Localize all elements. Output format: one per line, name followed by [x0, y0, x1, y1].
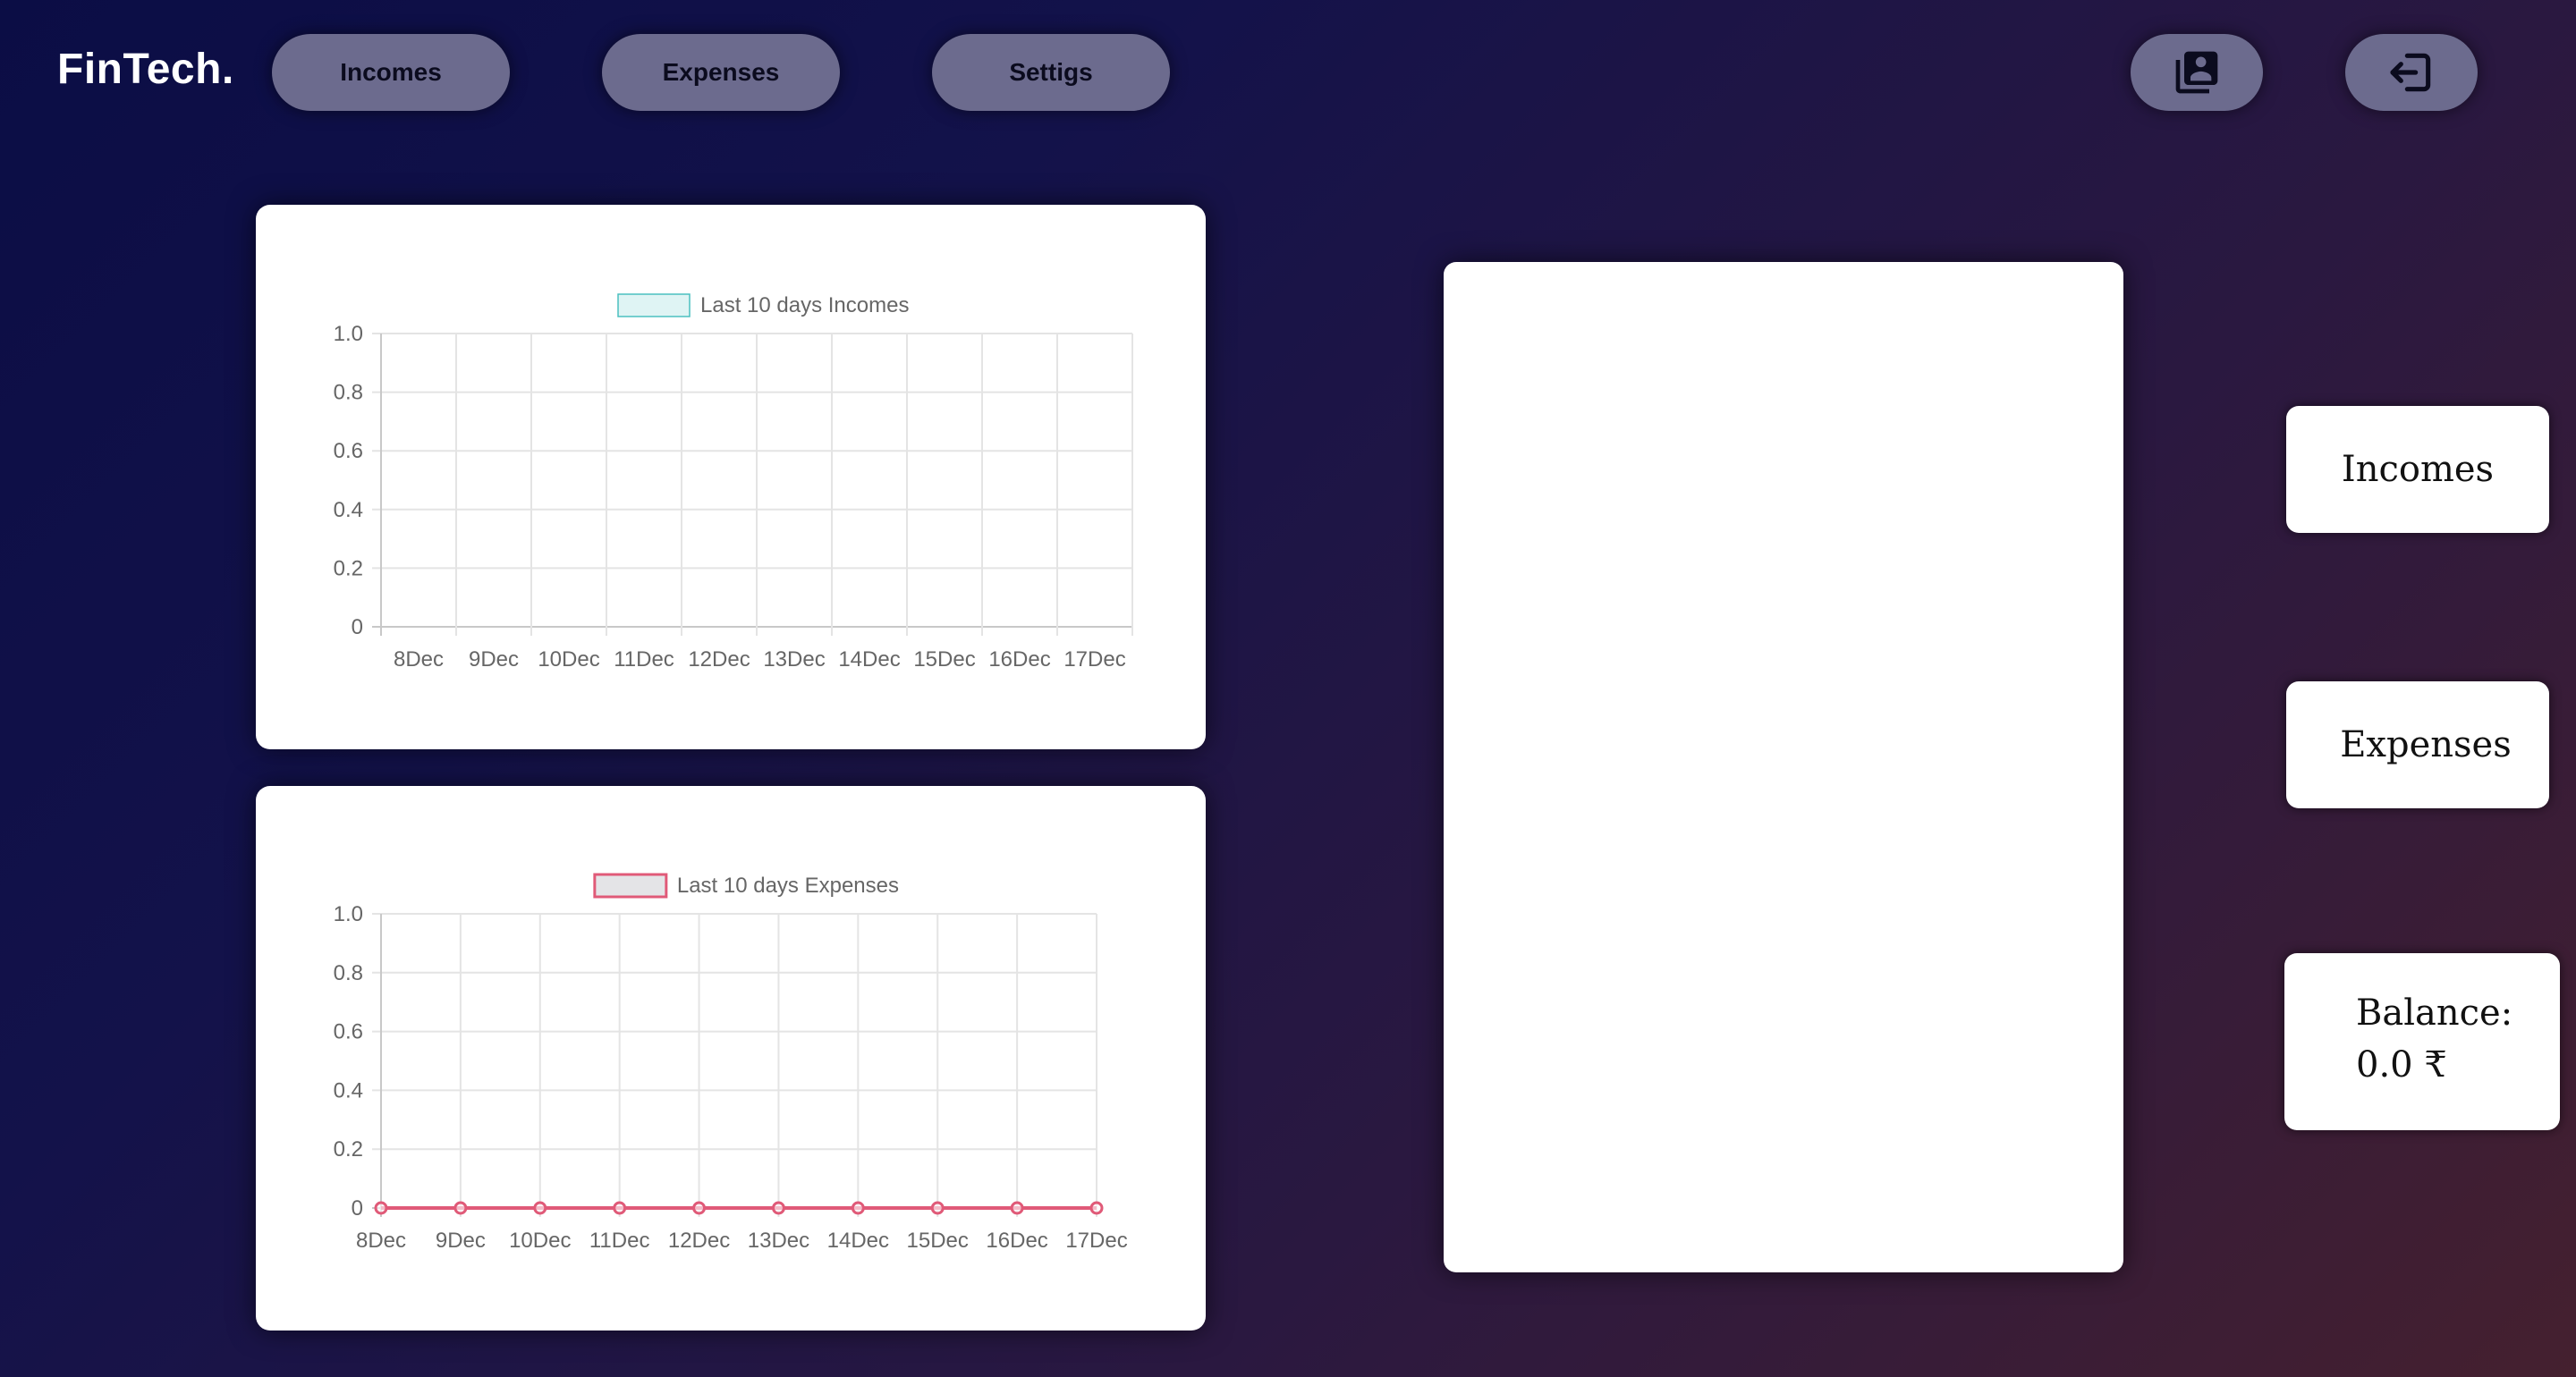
x-tick-label: 14Dec — [827, 1229, 889, 1253]
balance-value: 0.0 ₹ — [2356, 1044, 2447, 1086]
x-tick-label: 8Dec — [394, 647, 444, 672]
x-tick-label: 17Dec — [1063, 647, 1125, 672]
data-point — [533, 1201, 547, 1215]
y-tick-label: 0.4 — [334, 498, 363, 522]
y-tick-label: 0.6 — [334, 1020, 363, 1044]
x-tick-label: 12Dec — [668, 1229, 730, 1253]
y-tick-label: 0.8 — [334, 961, 363, 985]
x-tick-label: 13Dec — [763, 647, 825, 672]
incomes-chart: Last 10 days Incomes 0 0.2 0.4 0.6 0.8 1.0 8Dec… — [334, 293, 1133, 672]
x-tick-label: 15Dec — [913, 647, 975, 672]
x-tick-label: 9Dec — [436, 1229, 486, 1253]
x-tick-label: 12Dec — [688, 647, 750, 672]
x-tick-label: 9Dec — [469, 647, 519, 672]
legend-swatch — [617, 293, 691, 317]
x-tick-label: 11Dec — [589, 1229, 650, 1253]
expenses-chart-card: Last 10 days Expenses 0 0.2 0.4 0.6 0.8 1.0 8De… — [256, 786, 1206, 1331]
logout-button[interactable] — [2345, 34, 2478, 111]
expenses-chart: Last 10 days Expenses 0 0.2 0.4 0.6 0.8 1.0 8De… — [334, 873, 1128, 1253]
balance-label: Balance: — [2356, 993, 2513, 1034]
data-point — [692, 1201, 707, 1215]
data-point — [851, 1201, 865, 1215]
data-point — [771, 1201, 785, 1215]
y-tick-label: 0.8 — [334, 381, 363, 405]
side-incomes-button[interactable]: Incomes — [2286, 406, 2549, 533]
data-point — [374, 1201, 388, 1215]
y-tick-label: 0.2 — [334, 556, 363, 580]
nav-incomes-button[interactable]: Incomes — [272, 34, 510, 111]
x-tick-label: 11Dec — [614, 647, 674, 672]
legend-swatch — [593, 873, 668, 899]
x-tick-label: 17Dec — [1065, 1229, 1127, 1253]
nav-expenses-button[interactable]: Expenses — [602, 34, 840, 111]
incomes-chart-card: Last 10 days Incomes 0 0.2 0.4 0.6 0.8 1.0 8Dec… — [256, 205, 1206, 749]
x-tick-label: 16Dec — [988, 647, 1050, 672]
y-tick-label: 0.2 — [334, 1137, 363, 1162]
x-tick-label: 15Dec — [907, 1229, 969, 1253]
y-tick-label: 0.6 — [334, 439, 363, 463]
x-tick-label: 14Dec — [838, 647, 900, 672]
x-tick-label: 10Dec — [538, 647, 599, 672]
data-point — [453, 1201, 468, 1215]
summary-panel — [1444, 262, 2123, 1272]
balance-card: Balance: 0.0 ₹ — [2284, 953, 2560, 1130]
data-point — [1089, 1201, 1104, 1215]
y-tick-label: 1.0 — [334, 322, 363, 346]
y-tick-label: 1.0 — [334, 902, 363, 926]
x-tick-label: 13Dec — [748, 1229, 809, 1253]
legend-label: Last 10 days Expenses — [677, 874, 899, 898]
data-point — [1010, 1201, 1024, 1215]
y-tick-label: 0.4 — [334, 1078, 363, 1102]
y-tick-label: 0 — [352, 1196, 363, 1221]
logout-icon — [2390, 53, 2431, 92]
x-tick-label: 16Dec — [986, 1229, 1047, 1253]
profile-button[interactable] — [2131, 34, 2263, 111]
nav-settings-button[interactable]: Settigs — [932, 34, 1170, 111]
data-point — [613, 1201, 627, 1215]
legend-label: Last 10 days Incomes — [700, 293, 909, 317]
x-tick-label: 10Dec — [509, 1229, 571, 1253]
contacts-icon — [2175, 51, 2218, 94]
y-tick-label: 0 — [352, 615, 363, 639]
x-tick-label: 8Dec — [356, 1229, 406, 1253]
app-logo: FinTech. — [57, 46, 234, 93]
data-point — [930, 1201, 945, 1215]
side-expenses-button[interactable]: Expenses — [2286, 681, 2549, 808]
